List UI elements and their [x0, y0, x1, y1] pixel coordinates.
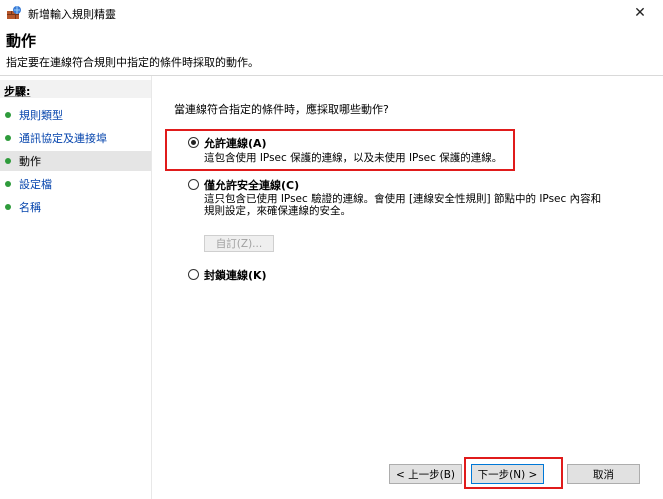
page-subtitle: 指定要在連線符合規則中指定的條件時採取的動作。 [6, 56, 259, 69]
allow-secure-connection-radio[interactable] [188, 179, 199, 190]
sidebar-item-label: 名稱 [19, 201, 41, 214]
sidebar-item-profile[interactable]: 設定檔 [0, 174, 151, 194]
sidebar-item-action[interactable]: 動作 [0, 151, 151, 171]
next-button[interactable]: 下一步(N) > [471, 464, 544, 484]
sidebar-item-rule-type[interactable]: 規則類型 [0, 105, 151, 125]
main-content: 當連線符合指定的條件時，應採取哪些動作? 允許連線(A) 這包含使用 IPsec… [152, 76, 663, 499]
cancel-button[interactable]: 取消 [567, 464, 640, 484]
sidebar-item-name[interactable]: 名稱 [0, 197, 151, 217]
allow-secure-description-line2: 規則設定，來確保連線的安全。 [204, 205, 351, 217]
steps-sidebar: 步驟: 規則類型 通訊協定及連接埠 動作 設定檔 名稱 [0, 76, 152, 499]
sidebar-item-label: 設定檔 [19, 178, 52, 191]
step-bullet-icon [5, 158, 11, 164]
allow-connection-label[interactable]: 允許連線(A) [204, 135, 267, 151]
window-title: 新增輸入規則精靈 [28, 8, 116, 21]
action-question: 當連線符合指定的條件時，應採取哪些動作? [174, 103, 389, 116]
allow-connection-radio[interactable] [188, 137, 199, 148]
allow-secure-description-line1: 這只包含已使用 IPsec 驗證的連線。會使用 [連線安全性規則] 節點中的 I… [204, 193, 602, 205]
block-connection-label[interactable]: 封鎖連線(K) [204, 267, 267, 283]
step-bullet-icon [5, 181, 11, 187]
sidebar-item-protocol-ports[interactable]: 通訊協定及連接埠 [0, 128, 151, 148]
page-header: 動作 指定要在連線符合規則中指定的條件時採取的動作。 [0, 26, 663, 76]
step-bullet-icon [5, 204, 11, 210]
sidebar-item-label: 通訊協定及連接埠 [19, 132, 107, 145]
block-connection-radio[interactable] [188, 269, 199, 280]
firewall-icon [7, 6, 21, 19]
allow-secure-connection-label[interactable]: 僅允許安全連線(C) [204, 177, 299, 193]
page-title: 動作 [6, 32, 37, 50]
step-bullet-icon [5, 112, 11, 118]
steps-heading: 步驟: [4, 85, 31, 98]
allow-connection-description: 這包含使用 IPsec 保護的連線，以及未使用 IPsec 保護的連線。 [204, 152, 503, 164]
back-button[interactable]: < 上一步(B) [389, 464, 462, 484]
sidebar-item-label: 動作 [19, 155, 41, 168]
customize-button[interactable]: 自訂(Z)... [204, 235, 274, 252]
sidebar-item-label: 規則類型 [19, 109, 63, 122]
title-bar: 新增輸入規則精靈 ✕ [0, 0, 663, 26]
step-bullet-icon [5, 135, 11, 141]
close-icon[interactable]: ✕ [617, 0, 663, 26]
